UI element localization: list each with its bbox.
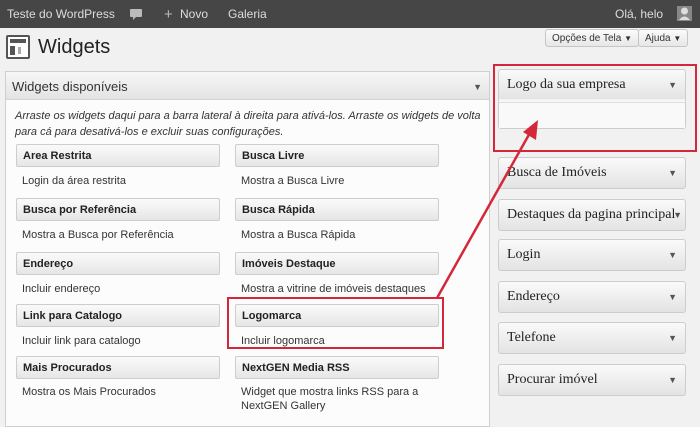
widget-description: Widget que mostra links RSS para a NextG…	[241, 386, 419, 412]
widgets-icon	[6, 35, 30, 59]
widget-description: Mostra a Busca por Referência	[22, 229, 174, 241]
collapse-arrow-icon[interactable]: ▼	[668, 250, 677, 260]
widget-endereco[interactable]: Endereço	[16, 252, 220, 275]
sidebar-login[interactable]: Login ▼	[498, 239, 686, 271]
sidebar-procurar-imovel[interactable]: Procurar imóvel ▼	[498, 364, 686, 396]
widget-link-para-catalogo[interactable]: Link para Catalogo	[16, 304, 220, 327]
page-title: Widgets	[38, 36, 111, 58]
available-widgets-title: Widgets disponíveis	[12, 79, 128, 94]
site-name-link[interactable]: Teste do WordPress	[7, 0, 115, 28]
avatar[interactable]	[676, 0, 692, 28]
sidebar-busca-de-imoveis[interactable]: Busca de Imóveis ▼	[498, 157, 686, 189]
widget-description: Login da área restrita	[22, 175, 126, 187]
plus-icon[interactable]: +	[164, 0, 173, 28]
collapse-arrow-icon[interactable]: ▼	[673, 210, 682, 220]
widget-description: Mostra a vitrine de imóveis destaques	[241, 283, 426, 295]
collapse-arrow-icon[interactable]: ▼	[668, 168, 677, 178]
chevron-down-icon: ▼	[673, 34, 682, 43]
screen-options-button[interactable]: Opções de Tela ▼	[545, 29, 640, 47]
widget-description: Incluir link para catalogo	[22, 335, 141, 347]
collapse-arrow-icon[interactable]: ▼	[668, 333, 677, 343]
available-widgets-description: Arraste os widgets daqui para a barra la…	[15, 110, 481, 138]
user-greeting-link[interactable]: Olá, helo	[615, 0, 663, 28]
sidebar-destaques-da-pagina-principal[interactable]: Destaques da pagina principal ▼	[498, 199, 686, 231]
collapse-arrow-icon[interactable]: ▼	[668, 292, 677, 302]
widget-mais-procurados[interactable]: Mais Procurados	[16, 356, 220, 379]
sidebar-telefone[interactable]: Telefone ▼	[498, 322, 686, 354]
highlight-source-frame	[227, 297, 444, 349]
collapse-arrow-icon[interactable]: ▼	[473, 82, 482, 92]
sidebar-endereco[interactable]: Endereço ▼	[498, 281, 686, 313]
widget-area-restrita[interactable]: Area Restrita	[16, 144, 220, 167]
widget-description: Mostra os Mais Procurados	[22, 386, 156, 398]
widget-busca-por-referencia[interactable]: Busca por Referência	[16, 198, 220, 221]
sidebar-title: Login	[507, 247, 541, 262]
sidebar-title: Endereço	[507, 289, 560, 304]
new-menu-link[interactable]: Novo	[180, 0, 208, 28]
widget-imoveis-destaque[interactable]: Imóveis Destaque	[235, 252, 439, 275]
widget-description: Mostra a Busca Rápida	[241, 229, 356, 241]
sidebar-title: Telefone	[507, 330, 556, 345]
widget-description: Mostra a Busca Livre	[241, 175, 345, 187]
sidebar-title: Destaques da pagina principal	[507, 207, 676, 222]
sidebar-title: Busca de Imóveis	[507, 165, 607, 180]
admin-bar: Teste do WordPress + Novo Galeria Olá, h…	[0, 0, 700, 28]
collapse-arrow-icon[interactable]: ▼	[668, 375, 677, 385]
screen-options-label: Opções de Tela	[552, 33, 622, 44]
widget-description: Incluir endereço	[22, 283, 101, 295]
widget-busca-rapida[interactable]: Busca Rápida	[235, 198, 439, 221]
available-widgets-header[interactable]: Widgets disponíveis ▼	[6, 72, 489, 100]
help-label: Ajuda	[645, 33, 671, 44]
highlight-target-frame	[493, 64, 697, 152]
help-button[interactable]: Ajuda ▼	[638, 29, 689, 47]
sidebar-title: Procurar imóvel	[507, 372, 598, 387]
widget-busca-livre[interactable]: Busca Livre	[235, 144, 439, 167]
widget-nextgen-media-rss[interactable]: NextGEN Media RSS	[235, 356, 439, 379]
chevron-down-icon: ▼	[624, 34, 633, 43]
gallery-link[interactable]: Galeria	[228, 0, 267, 28]
available-widgets-panel: Widgets disponíveis ▼ Arraste os widgets…	[5, 71, 490, 427]
comments-icon[interactable]	[129, 0, 143, 28]
